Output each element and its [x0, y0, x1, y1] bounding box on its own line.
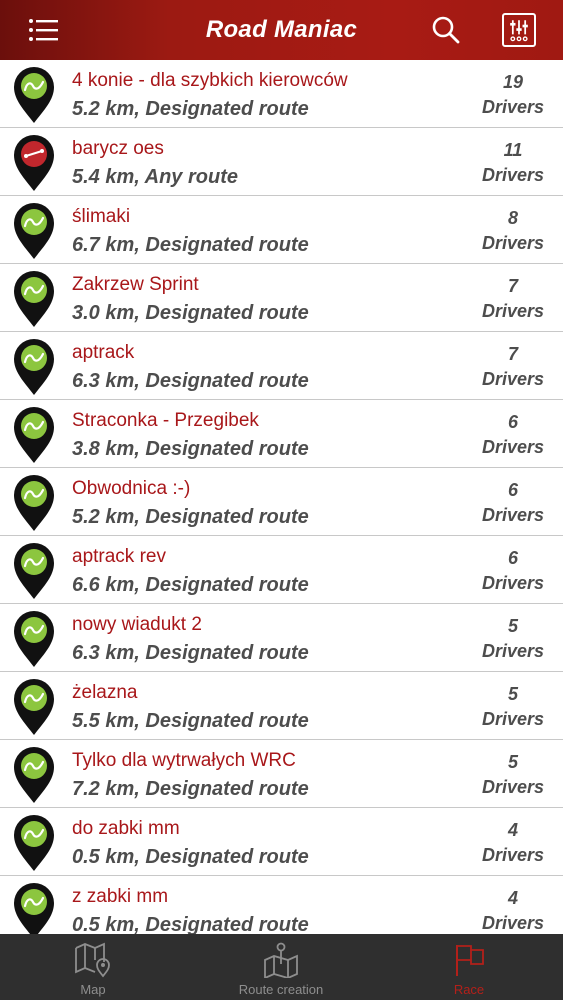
drivers-count: 4 [507, 820, 518, 840]
route-row[interactable]: barycz oes 5.4 km, Any route 11 Drivers [0, 128, 563, 196]
route-name: aptrack rev [72, 546, 166, 567]
route-row[interactable]: aptrack 6.3 km, Designated route 7 Drivers [0, 332, 563, 400]
route-row[interactable]: do zabki mm 0.5 km, Designated route 4 Driv… [0, 808, 563, 876]
app-title: Road Maniac [205, 16, 358, 43]
drivers-count: 7 [507, 276, 518, 296]
drivers-count: 5 [507, 684, 518, 704]
sliders-filter-icon[interactable] [502, 13, 536, 47]
drivers-label: Drivers [481, 641, 545, 661]
designated-route-pin-icon [14, 407, 54, 463]
route-row[interactable]: aptrack rev 6.6 km, Designated route 6 Driv… [0, 536, 563, 604]
drivers-count: 5 [507, 616, 518, 636]
designated-route-pin-icon [14, 339, 54, 395]
designated-route-pin-icon [14, 475, 54, 531]
route-name: Straconka - Przegibek [72, 410, 259, 431]
any-route-pin-icon [14, 135, 54, 191]
designated-route-pin-icon [14, 747, 54, 803]
drivers-count: 4 [507, 888, 518, 908]
drivers-count: 7 [507, 344, 518, 364]
route-row[interactable]: 4 konie - dla szybkich kierowców 5.2 km, … [0, 60, 563, 128]
route-name: nowy wiadukt 2 [72, 614, 202, 635]
drivers-label: Drivers [481, 845, 545, 865]
route-info: 0.5 km, Designated route [72, 846, 309, 868]
drivers-label: Drivers [481, 301, 545, 321]
route-name: barycz oes [72, 138, 164, 159]
route-info: 6.7 km, Designated route [72, 234, 309, 256]
route-name: aptrack [72, 342, 135, 363]
drivers-count: 6 [507, 548, 518, 568]
tab-race-label: Race [453, 982, 485, 997]
designated-route-pin-icon [14, 679, 54, 735]
search-icon[interactable] [430, 14, 462, 46]
drivers-label: Drivers [481, 573, 545, 593]
route-name: żelazna [72, 682, 138, 703]
map-pin-icon [75, 942, 110, 978]
route-info: 5.2 km, Designated route [72, 506, 309, 528]
designated-route-pin-icon [14, 271, 54, 327]
route-info: 5.2 km, Designated route [72, 98, 309, 120]
drivers-label: Drivers [481, 505, 545, 525]
drivers-count: 6 [507, 412, 518, 432]
route-name: Obwodnica :-) [72, 478, 191, 499]
tab-bar: Map Route creation Race [0, 934, 563, 1000]
drivers-count: 19 [502, 72, 524, 92]
app-header: Road Maniac [0, 0, 563, 60]
route-info: 5.4 km, Any route [72, 166, 238, 188]
route-info: 5.5 km, Designated route [72, 710, 309, 732]
route-creation-icon [264, 942, 298, 978]
tab-map[interactable]: Map [38, 934, 148, 1000]
route-info: 6.3 km, Designated route [72, 642, 309, 664]
route-name: do zabki mm [72, 818, 180, 839]
drivers-count: 5 [507, 752, 518, 772]
route-info: 7.2 km, Designated route [72, 778, 309, 800]
route-name: 4 konie - dla szybkich kierowców [72, 70, 348, 91]
drivers-count: 8 [507, 208, 518, 228]
hamburger-menu-icon[interactable] [28, 15, 60, 45]
route-name: ślimaki [72, 206, 131, 227]
race-flag-icon [456, 945, 484, 976]
route-row[interactable]: żelazna 5.5 km, Designated route 5 Drivers [0, 672, 563, 740]
route-info: 6.3 km, Designated route [72, 370, 309, 392]
route-info: 3.8 km, Designated route [72, 438, 309, 460]
drivers-label: Drivers [481, 709, 545, 729]
route-info: 6.6 km, Designated route [72, 574, 309, 596]
drivers-count: 11 [503, 140, 523, 160]
designated-route-pin-icon [14, 543, 54, 599]
drivers-label: Drivers [481, 437, 545, 457]
route-row[interactable]: Tylko dla wytrwałych WRC 7.2 km, Designat… [0, 740, 563, 808]
route-info: 3.0 km, Designated route [72, 302, 309, 324]
route-name: Tylko dla wytrwałych WRC [72, 750, 296, 771]
route-row[interactable]: ślimaki 6.7 km, Designated route 8 Drivers [0, 196, 563, 264]
route-name: Zakrzew Sprint [72, 274, 199, 295]
drivers-label: Drivers [481, 97, 545, 117]
tab-route-creation[interactable]: Route creation [216, 934, 346, 1000]
route-name: z zabki mm [72, 886, 169, 907]
route-row[interactable]: z zabki mm 0.5 km, Designated route 4 Drive… [0, 876, 563, 934]
drivers-count: 6 [507, 480, 518, 500]
drivers-label: Drivers [481, 233, 545, 253]
drivers-label: Drivers [481, 369, 545, 389]
drivers-label: Drivers [481, 165, 545, 185]
designated-route-pin-icon [14, 67, 54, 123]
designated-route-pin-icon [14, 883, 54, 934]
route-row[interactable]: Zakrzew Sprint 3.0 km, Designated route 7 D… [0, 264, 563, 332]
tab-route-creation-label: Route creation [238, 982, 324, 997]
designated-route-pin-icon [14, 203, 54, 259]
tab-map-label: Map [80, 982, 106, 997]
drivers-label: Drivers [481, 913, 545, 933]
route-row[interactable]: Straconka - Przegibek 3.8 km, Designated … [0, 400, 563, 468]
designated-route-pin-icon [14, 611, 54, 667]
route-info: 0.5 km, Designated route [72, 914, 309, 934]
route-list[interactable]: 4 konie - dla szybkich kierowców 5.2 km, … [0, 60, 563, 934]
designated-route-pin-icon [14, 815, 54, 871]
route-row[interactable]: nowy wiadukt 2 6.3 km, Designated route 5 D… [0, 604, 563, 672]
tab-race[interactable]: Race [414, 934, 524, 1000]
drivers-label: Drivers [481, 777, 545, 797]
route-row[interactable]: Obwodnica :-) 5.2 km, Designated route 6 Dr… [0, 468, 563, 536]
